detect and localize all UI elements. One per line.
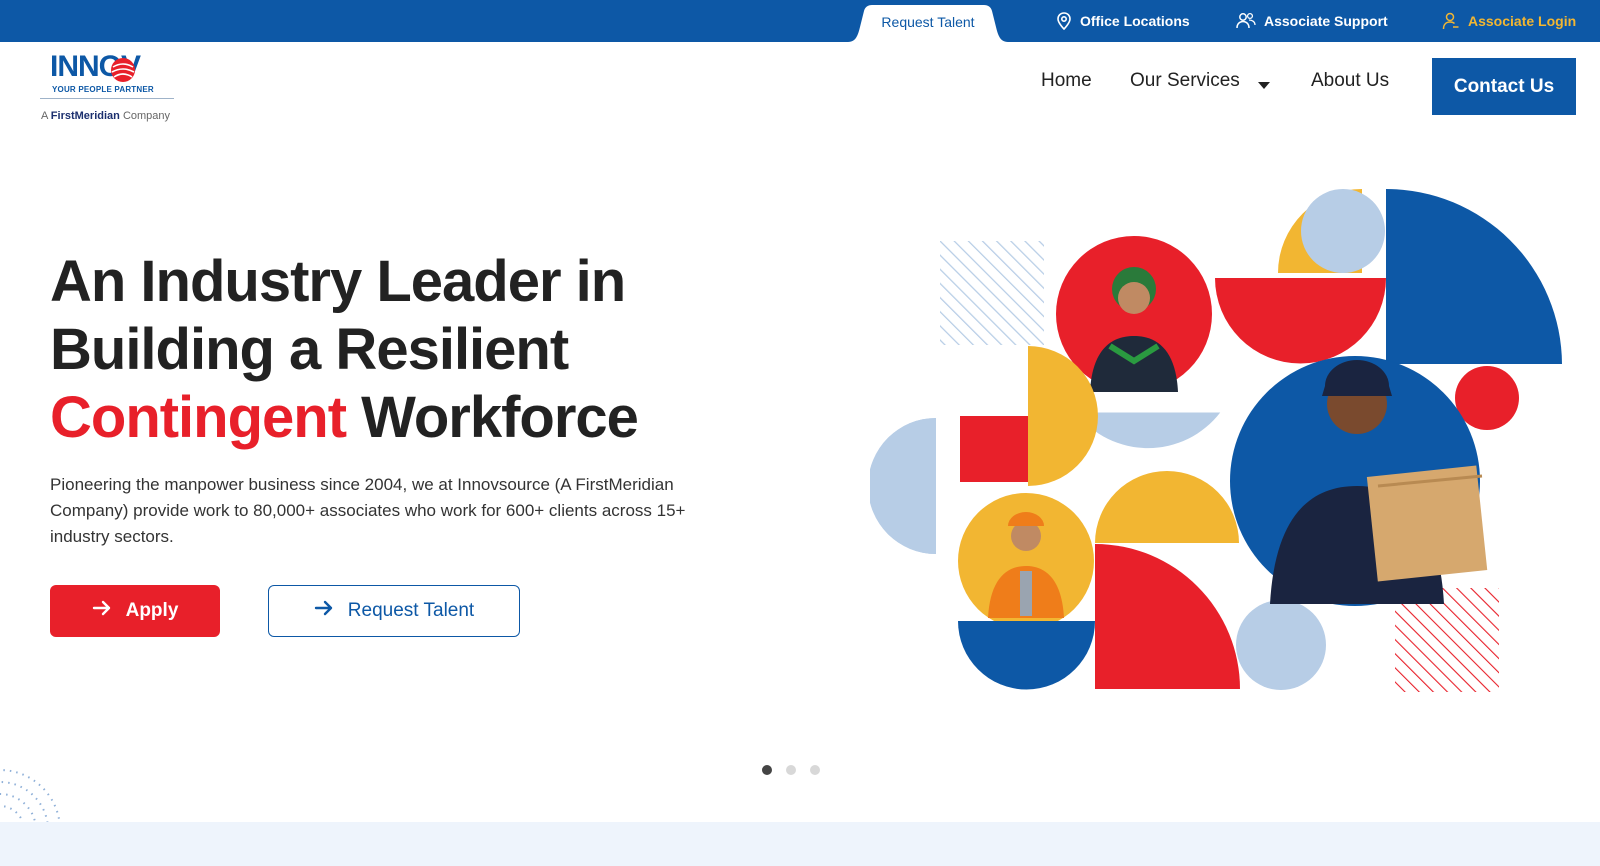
arrow-right-icon: [92, 600, 112, 622]
request-talent-tab-label: Request Talent: [881, 14, 975, 30]
caret-down-icon[interactable]: [1258, 82, 1270, 89]
office-locations-label: Office Locations: [1080, 13, 1190, 29]
logo-sub-firstmeridian: FirstMeridian: [50, 110, 120, 122]
carousel-dot-1[interactable]: [762, 765, 772, 775]
office-locations-link[interactable]: Office Locations: [1056, 0, 1190, 42]
associate-login-label: Associate Login: [1468, 13, 1577, 29]
logo-sub-suffix: Company: [122, 110, 171, 122]
hero-heading-line3-rest: Workforce: [346, 385, 639, 450]
nav-our-services[interactable]: Our Services: [1130, 70, 1240, 92]
logo-tagline: YOUR PEOPLE PARTNER: [52, 85, 154, 94]
logo-subtitle: A FirstMeridian Company: [41, 110, 170, 122]
arrow-right-icon: [314, 600, 334, 622]
location-pin-icon: [1056, 12, 1072, 30]
company-logo[interactable]: INNOV YOUR PEOPLE PARTNER A FirstMeridia…: [40, 48, 190, 128]
request-talent-tab[interactable]: Request Talent: [848, 5, 1008, 42]
carousel-dot-2[interactable]: [786, 765, 796, 775]
nav-about-us[interactable]: About Us: [1311, 70, 1389, 92]
hero-heading-highlight: Contingent: [50, 385, 347, 450]
hero-heading-line2: Building a Resilient: [50, 317, 569, 382]
request-talent-button-label: Request Talent: [347, 600, 475, 621]
logo-divider: [40, 98, 174, 99]
request-talent-button[interactable]: Request Talent: [268, 585, 520, 637]
logo-sub-prefix: A: [41, 110, 48, 122]
associate-support-label: Associate Support: [1264, 13, 1388, 29]
logo-globe-icon: [111, 58, 135, 82]
contact-us-button[interactable]: Contact Us: [1432, 58, 1576, 115]
user-login-icon: [1442, 12, 1460, 30]
hero-heading: An Industry Leader in Building a Resilie…: [50, 248, 770, 452]
next-section-band: [0, 822, 1600, 866]
hero-heading-line1: An Industry Leader in: [50, 249, 626, 314]
hero-heading-line3: Contingent Workforce: [50, 384, 770, 452]
apply-button-label: Apply: [125, 600, 179, 621]
nav-home[interactable]: Home: [1041, 70, 1092, 92]
top-utility-bar: Request Talent Office Locations Associat…: [0, 0, 1600, 42]
carousel-dot-3[interactable]: [810, 765, 820, 775]
associate-support-link[interactable]: Associate Support: [1236, 0, 1388, 42]
apply-button[interactable]: Apply: [50, 585, 220, 637]
hero-description: Pioneering the manpower business since 2…: [50, 475, 686, 546]
hero-collage-graphic: [870, 189, 1562, 692]
people-support-icon: [1236, 12, 1256, 30]
associate-login-link[interactable]: Associate Login: [1442, 0, 1576, 42]
